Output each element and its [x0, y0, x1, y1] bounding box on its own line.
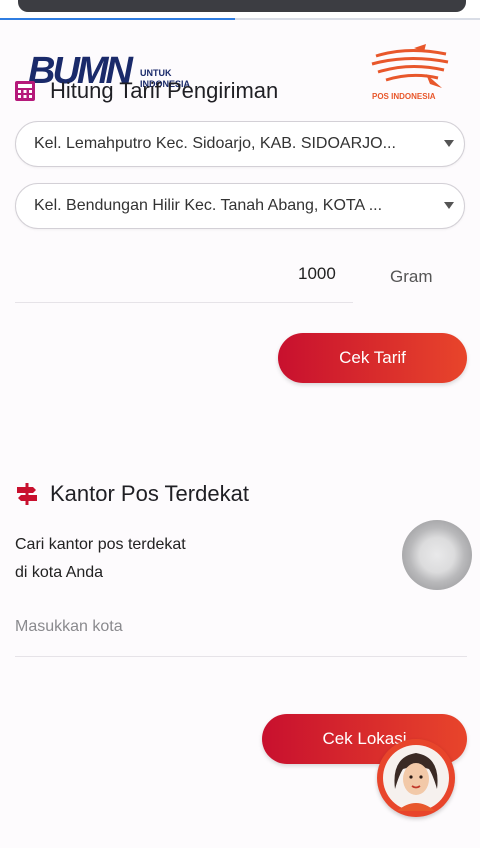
pos-indonesia-logo: POS INDONESIA	[368, 44, 454, 102]
assistant-face-icon	[383, 745, 449, 811]
weight-input-underline	[15, 302, 353, 303]
pos-indonesia-logo-text: POS INDONESIA	[372, 92, 436, 101]
address-bar[interactable]	[18, 0, 466, 12]
browser-top-bar	[0, 0, 480, 20]
signpost-icon	[17, 483, 37, 505]
post-office-description: Cari kantor pos terdekat di kota Anda	[15, 536, 186, 581]
origin-select-value: Kel. Lemahputro Kec. Sidoarjo, KAB. SIDO…	[34, 135, 396, 152]
city-input-underline	[15, 656, 467, 657]
calculator-icon	[15, 81, 35, 101]
page-load-progress-fill	[0, 18, 236, 20]
weight-input[interactable]: 1000	[298, 264, 336, 284]
destination-select-value: Kel. Bendungan Hilir Kec. Tanah Abang, K…	[34, 197, 383, 214]
pos-indonesia-emblem-icon	[371, 44, 449, 88]
destination-select[interactable]: Kel. Bendungan Hilir Kec. Tanah Abang, K…	[15, 183, 465, 229]
city-input[interactable]	[15, 610, 465, 644]
tariff-section-title: Hitung Tarif Pengiriman	[50, 78, 279, 103]
chevron-down-icon	[444, 140, 454, 147]
chevron-down-icon	[444, 202, 454, 209]
loading-spinner	[402, 520, 472, 590]
post-office-section-title: Kantor Pos Terdekat	[50, 481, 249, 506]
origin-select[interactable]: Kel. Lemahputro Kec. Sidoarjo, KAB. SIDO…	[15, 121, 465, 167]
page-load-progress	[0, 18, 480, 20]
weight-unit-label: Gram	[390, 267, 433, 286]
check-tariff-button[interactable]: Cek Tarif	[278, 333, 467, 383]
assistant-avatar-icon[interactable]	[377, 739, 455, 817]
